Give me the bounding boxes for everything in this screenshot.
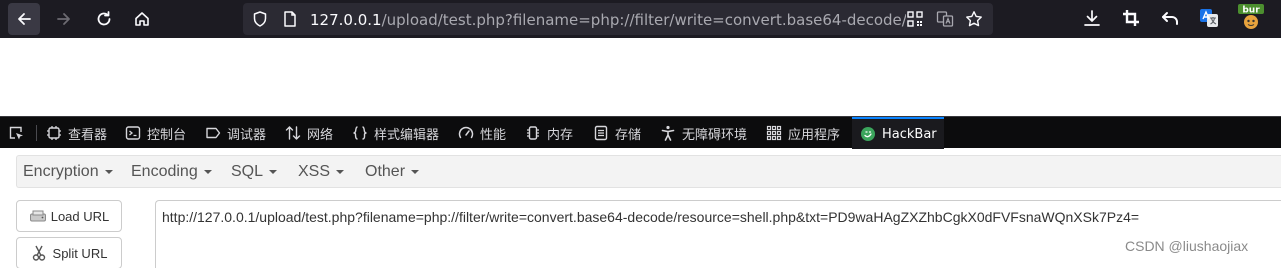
reload-icon — [97, 11, 111, 26]
menu-other[interactable]: Other — [365, 156, 420, 187]
tab-hackbar[interactable]: HackBar — [852, 117, 944, 149]
tab-debugger[interactable]: 调试器 — [205, 117, 266, 149]
tab-network[interactable]: 网络 — [285, 117, 333, 149]
tab-application[interactable]: 应用程序 — [766, 117, 840, 149]
element-picker-icon — [9, 126, 23, 140]
tab-memory[interactable]: 内存 — [525, 117, 573, 149]
tab-storage[interactable]: 存储 — [593, 117, 641, 149]
debugger-icon — [206, 127, 221, 139]
shield-icon[interactable] — [251, 10, 269, 28]
translate-icon[interactable] — [936, 10, 954, 28]
home-button[interactable] — [126, 3, 158, 35]
tab-label: 样式编辑器 — [374, 127, 440, 143]
toolbar-separator — [36, 125, 37, 141]
tab-label: 调试器 — [227, 127, 267, 143]
tab-inspector[interactable]: 查看器 — [46, 117, 107, 149]
svg-text:bur: bur — [1242, 6, 1260, 16]
inspector-icon — [47, 126, 61, 140]
menu-label: Encryption — [23, 163, 99, 180]
memory-icon — [527, 126, 539, 140]
tab-label: 性能 — [480, 127, 507, 143]
caret-down-icon — [411, 169, 420, 174]
element-picker-button[interactable] — [8, 117, 28, 149]
bookmark-star-icon[interactable] — [965, 10, 983, 28]
tab-label: 内存 — [547, 127, 574, 143]
hackbar-icon — [861, 127, 875, 141]
tab-label: 控制台 — [147, 127, 187, 143]
tab-label: 存储 — [615, 127, 642, 143]
page-icon[interactable] — [281, 10, 299, 28]
application-icon — [766, 125, 782, 141]
translate-extension-icon[interactable] — [1199, 8, 1219, 28]
browser-toolbar: 127.0.0.1/upload/test.php?filename=php:/… — [0, 0, 1281, 38]
caret-down-icon — [104, 169, 113, 174]
caret-down-icon — [269, 169, 278, 174]
url-host: 127.0.0.1 — [310, 11, 382, 29]
load-url-icon — [29, 210, 46, 222]
tab-style-editor[interactable]: 样式编辑器 — [352, 117, 439, 149]
tab-label: HackBar — [882, 126, 937, 142]
caret-down-icon — [203, 169, 212, 174]
menu-encryption[interactable]: Encryption — [23, 156, 113, 187]
console-icon — [125, 126, 141, 140]
watermark: CSDN @liushaojiax — [1125, 238, 1249, 254]
back-button[interactable] — [8, 3, 40, 35]
hackbar-menu: Encryption Encoding SQL XSS Other — [16, 155, 1281, 188]
menu-label: Encoding — [131, 163, 198, 180]
crop-icon[interactable] — [1121, 8, 1141, 28]
tab-performance[interactable]: 性能 — [458, 117, 506, 149]
menu-label: SQL — [231, 163, 264, 180]
back-icon — [18, 13, 31, 25]
home-icon — [135, 12, 149, 26]
caret-down-icon — [336, 169, 345, 174]
qr-code-icon[interactable] — [906, 10, 924, 28]
storage-icon — [594, 125, 608, 141]
load-url-label: Load URL — [50, 208, 110, 224]
download-icon[interactable] — [1082, 8, 1102, 28]
scissors-icon — [32, 245, 45, 261]
url-text[interactable]: 127.0.0.1/upload/test.php?filename=php:/… — [310, 10, 906, 30]
menu-sql[interactable]: SQL — [231, 156, 278, 187]
menu-label: Other — [365, 163, 406, 180]
split-url-label: Split URL — [52, 245, 108, 261]
tab-console[interactable]: 控制台 — [125, 117, 186, 149]
menu-label: XSS — [298, 163, 331, 180]
address-bar[interactable]: 127.0.0.1/upload/test.php?filename=php:/… — [243, 3, 993, 35]
undo-icon[interactable] — [1160, 8, 1180, 28]
tab-label: 查看器 — [68, 127, 108, 143]
devtools-tab-bar: 查看器 控制台 调试器 网络 样式编辑器 性能 内存 存储 无障碍环境 应用程序… — [0, 116, 1281, 149]
style-editor-icon — [353, 126, 367, 140]
forward-icon — [57, 13, 70, 25]
tab-label: 应用程序 — [788, 127, 841, 143]
url-path: /upload/test.php?filename=php://filter/w… — [381, 11, 906, 29]
accessibility-icon — [661, 125, 675, 141]
menu-xss[interactable]: XSS — [298, 156, 345, 187]
burp-extension-icon[interactable]: bur — [1238, 4, 1264, 30]
tab-accessibility[interactable]: 无障碍环境 — [660, 117, 747, 149]
tab-label: 网络 — [307, 127, 334, 143]
menu-encoding[interactable]: Encoding — [131, 156, 212, 187]
split-url-button[interactable]: Split URL — [16, 237, 122, 268]
network-icon — [285, 126, 301, 140]
forward-button[interactable] — [48, 3, 80, 35]
url-textarea[interactable]: http://127.0.0.1/upload/test.php?filenam… — [155, 200, 1281, 268]
tab-label: 无障碍环境 — [682, 127, 748, 143]
load-url-button[interactable]: Load URL — [16, 200, 122, 232]
performance-icon — [458, 126, 474, 139]
reload-button[interactable] — [88, 3, 120, 35]
